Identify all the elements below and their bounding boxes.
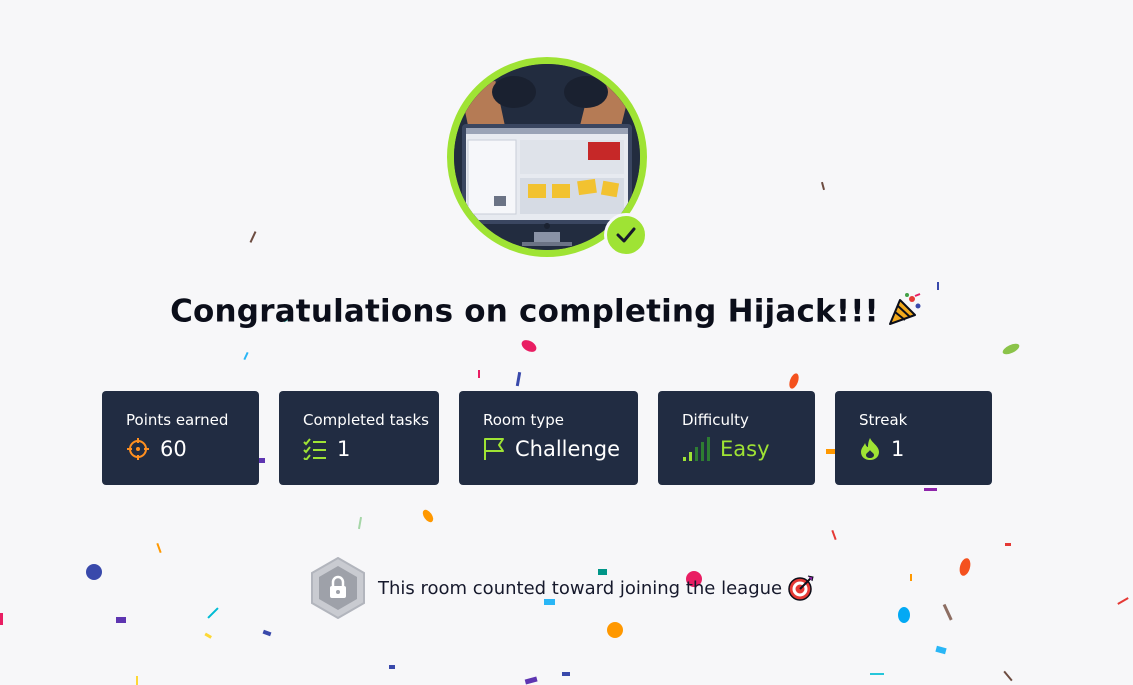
league-text: This room counted toward joining the lea… [378,577,783,599]
league-notice: This room counted toward joining the lea… [310,557,814,619]
stat-label: Points earned [126,411,229,429]
completion-title-text: Congratulations on completing Hijack!!! [170,293,879,330]
stat-value: 1 [337,437,351,461]
stat-difficulty: Difficulty Easy [658,391,815,485]
stat-label: Difficulty [682,411,749,429]
lock-hexagon-icon [311,557,365,619]
flame-icon [861,438,879,460]
stat-value: Challenge [515,437,620,461]
room-badge [447,57,648,257]
stat-streak: Streak 1 [835,391,992,485]
bullseye-icon [788,575,814,601]
completed-check-icon [604,213,648,257]
stat-points-earned: Points earned 60 [102,391,259,485]
signal-bars-icon [683,437,710,461]
stat-room-type: Room type Challenge [459,391,638,485]
stat-label: Streak [859,411,908,429]
stat-label: Completed tasks [303,411,429,429]
stat-value: Easy [720,437,770,461]
stat-value: 1 [891,437,905,461]
party-popper-icon [887,292,923,334]
crosshair-icon [127,438,149,460]
task-list-icon [303,438,326,460]
stat-completed-tasks: Completed tasks 1 [279,391,439,485]
completion-title: Congratulations on completing Hijack!!! [0,292,1093,334]
stat-label: Room type [483,411,564,429]
flag-icon [484,438,504,460]
stat-value: 60 [160,437,187,461]
